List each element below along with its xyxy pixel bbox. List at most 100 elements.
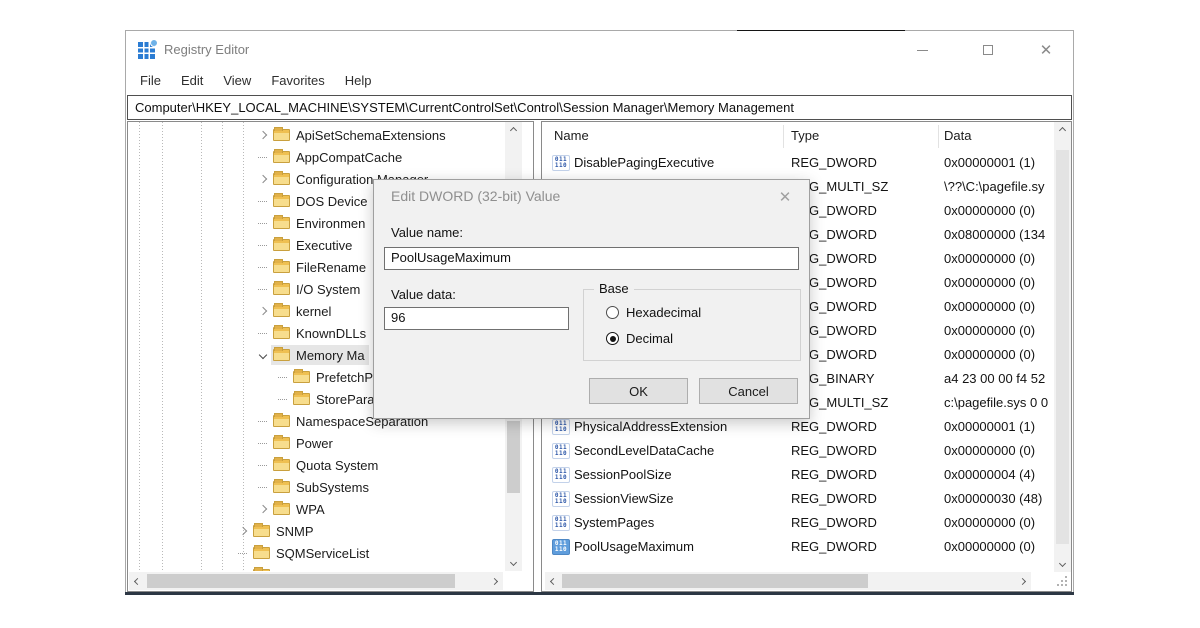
tree-item-label: Memory Ma (296, 348, 365, 363)
scroll-down-button[interactable] (505, 554, 522, 571)
tree-item-appcompatcache[interactable]: AppCompatCache (128, 146, 406, 168)
chevron-down-icon[interactable] (254, 352, 271, 358)
scroll-left-button[interactable] (129, 572, 146, 590)
list-row-secondleveldatacache[interactable]: 011110SecondLevelDataCacheREG_DWORD0x000… (542, 439, 1053, 463)
tree-item-kernel[interactable]: kernel (128, 300, 335, 322)
radio-decimal-label: Decimal (626, 331, 673, 346)
folder-icon (273, 173, 290, 185)
tree-item-subsystems[interactable]: SubSystems (128, 476, 373, 498)
dialog-title: Edit DWORD (32-bit) Value (391, 188, 560, 204)
menu-item-view[interactable]: View (213, 69, 261, 94)
tree-item-prefetchp[interactable]: PrefetchP (128, 366, 377, 388)
column-header-type[interactable]: Type (791, 128, 819, 143)
cell-type: REG_DWORD (791, 419, 877, 434)
minimize-button[interactable] (905, 37, 939, 63)
tree-item-power[interactable]: Power (128, 432, 337, 454)
tree-item-wpa[interactable]: WPA (128, 498, 329, 520)
leaf-connector-icon (254, 289, 271, 290)
cancel-button[interactable]: Cancel (699, 378, 798, 404)
cell-data: 0x00000000 (0) (944, 347, 1035, 362)
scroll-up-button[interactable] (505, 122, 522, 139)
cell-type: REG_DWORD (791, 467, 877, 482)
scrollbar-thumb[interactable] (562, 574, 868, 588)
folder-icon (273, 129, 290, 141)
dword-value-icon: 011110 (552, 155, 570, 171)
value-name-input[interactable]: PoolUsageMaximum (384, 247, 799, 270)
scroll-right-button[interactable] (1014, 572, 1031, 590)
radio-hexadecimal[interactable]: Hexadecimal (606, 305, 701, 320)
scroll-right-button[interactable] (486, 572, 503, 590)
menu-item-help[interactable]: Help (335, 69, 382, 94)
scroll-down-button[interactable] (1054, 555, 1071, 572)
folder-icon (253, 547, 270, 559)
cell-name: SystemPages (574, 515, 654, 530)
tree-item-environmen[interactable]: Environmen (128, 212, 369, 234)
menu-item-edit[interactable]: Edit (171, 69, 213, 94)
column-header-name[interactable]: Name (554, 128, 589, 143)
list-row-sessionviewsize[interactable]: 011110SessionViewSizeREG_DWORD0x00000030… (542, 487, 1053, 511)
folder-icon (253, 569, 270, 571)
tree-item-filerename[interactable]: FileRename (128, 256, 370, 278)
cell-data: c:\pagefile.sys 0 0 (944, 395, 1048, 410)
list-horizontal-scrollbar[interactable] (545, 572, 1031, 590)
ok-button[interactable]: OK (589, 378, 688, 404)
tree-item-dos-device[interactable]: DOS Device (128, 190, 372, 212)
close-button[interactable]: ✕ (1029, 37, 1063, 63)
list-vertical-scrollbar[interactable] (1054, 122, 1071, 572)
tree-item-snmp[interactable]: SNMP (128, 520, 318, 542)
folder-icon (273, 151, 290, 163)
page-background: Registry Editor ✕ FileEditViewFavoritesH… (0, 0, 1200, 628)
maximize-icon (983, 45, 993, 55)
radio-decimal[interactable]: Decimal (606, 331, 673, 346)
leaf-connector-icon (254, 421, 271, 422)
scrollbar-thumb[interactable] (147, 574, 455, 588)
chevron-right-icon[interactable] (254, 308, 271, 314)
scrollbar-thumb[interactable] (1056, 150, 1069, 544)
scroll-left-button[interactable] (545, 572, 562, 590)
cell-data: 0x00000001 (1) (944, 419, 1035, 434)
tree-item-i-o-system[interactable]: I/O System (128, 278, 364, 300)
cell-data: a4 23 00 00 f4 52 (944, 371, 1045, 386)
tree-item-memory-ma[interactable]: Memory Ma (128, 344, 369, 366)
chevron-right-icon[interactable] (234, 528, 251, 534)
tree-item-label: ApiSetSchemaExtensions (296, 128, 446, 143)
column-separator[interactable] (938, 125, 939, 148)
cell-type: REG_DWORD (791, 515, 877, 530)
grip-dots-icon (1065, 576, 1067, 578)
leaf-connector-icon (254, 157, 271, 158)
folder-icon (273, 349, 290, 361)
tree-item-knowndlls[interactable]: KnownDLLs (128, 322, 370, 344)
scroll-up-button[interactable] (1054, 122, 1071, 139)
list-row-systempages[interactable]: 011110SystemPagesREG_DWORD0x00000000 (0) (542, 511, 1053, 535)
tree-item-label: FileRename (296, 260, 366, 275)
tree-item-quota-system[interactable]: Quota System (128, 454, 382, 476)
list-row-disablepagingexecutive[interactable]: 011110DisablePagingExecutiveREG_DWORD0x0… (542, 151, 1053, 175)
tree-item-executive[interactable]: Executive (128, 234, 356, 256)
chevron-right-icon[interactable] (254, 132, 271, 138)
address-bar[interactable]: Computer\HKEY_LOCAL_MACHINE\SYSTEM\Curre… (127, 95, 1072, 120)
folder-icon (273, 459, 290, 471)
resize-grip[interactable] (1056, 575, 1068, 587)
chevron-right-icon[interactable] (254, 506, 271, 512)
maximize-button[interactable] (971, 37, 1005, 63)
scrollbar-thumb[interactable] (507, 421, 520, 493)
tree-item-label: SQMServiceList (276, 546, 369, 561)
chevron-right-icon[interactable] (254, 176, 271, 182)
folder-icon (273, 195, 290, 207)
tree-item-label: Environmen (296, 216, 365, 231)
list-row-sessionpoolsize[interactable]: 011110SessionPoolSizeREG_DWORD0x00000004… (542, 463, 1053, 487)
tree-item-s[interactable]: S (128, 564, 289, 571)
tree-item-apisetschemaextensions[interactable]: ApiSetSchemaExtensions (128, 124, 450, 146)
tree-item-storepara[interactable]: StorePara (128, 388, 379, 410)
list-row-poolusagemaximum[interactable]: 011110PoolUsageMaximumREG_DWORD0x0000000… (542, 535, 1053, 559)
folder-icon (273, 503, 290, 515)
column-header-data[interactable]: Data (944, 128, 971, 143)
menu-item-file[interactable]: File (130, 69, 171, 94)
menu-item-favorites[interactable]: Favorites (261, 69, 334, 94)
column-separator[interactable] (783, 125, 784, 148)
tree-item-sqmservicelist[interactable]: SQMServiceList (128, 542, 373, 564)
value-data-input[interactable]: 96 (384, 307, 569, 330)
minimize-icon (917, 50, 928, 51)
dialog-close-button[interactable]: ✕ (774, 186, 796, 208)
tree-horizontal-scrollbar[interactable] (129, 572, 503, 590)
